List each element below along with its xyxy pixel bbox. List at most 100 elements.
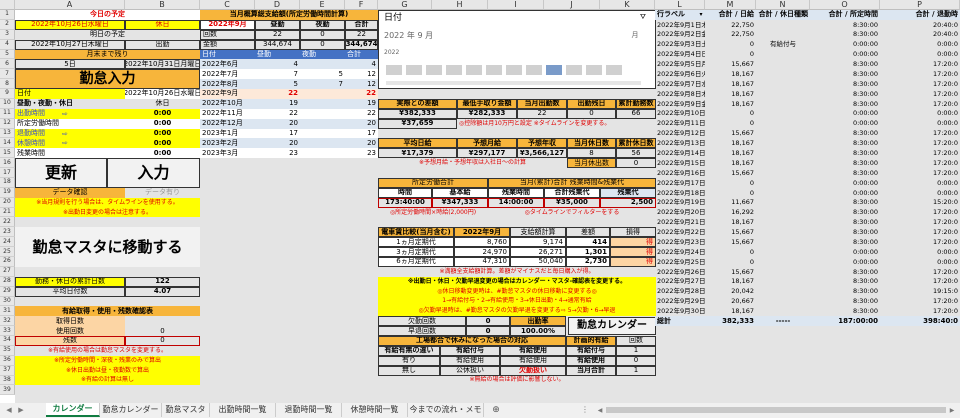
row-header-19[interactable]: 19 — [0, 187, 15, 198]
row-header-3[interactable]: 3 — [0, 29, 15, 40]
time-value-2[interactable]: 0:00 — [125, 128, 200, 139]
column-header-N[interactable]: N — [756, 0, 810, 10]
kintai-calendar-button[interactable]: 勤怠カレンダー — [568, 317, 656, 336]
column-header-O[interactable]: O — [810, 0, 880, 10]
row-header-6[interactable]: 6 — [0, 59, 15, 70]
row-header-36[interactable]: 36 — [0, 355, 15, 366]
add-sheet-button[interactable]: ⊕ — [490, 404, 502, 416]
row-header-1[interactable]: 1 — [0, 10, 15, 20]
move-master-button[interactable]: 勤怠マスタに移動する — [15, 227, 200, 267]
column-header-L[interactable]: L — [655, 0, 705, 10]
row-header-24[interactable]: 24 — [0, 237, 15, 248]
sheet-nav-next[interactable]: ▶ — [16, 405, 26, 416]
column-header-M[interactable]: M — [705, 0, 756, 10]
slicer-level[interactable]: 月 — [620, 30, 650, 42]
column-header-J[interactable]: J — [544, 0, 600, 10]
pivot-filter-icon[interactable]: ▾ — [697, 11, 705, 19]
sheet-nav-prev[interactable]: ◀ — [4, 405, 14, 416]
horizontal-scroll-left[interactable]: ◀ — [596, 405, 604, 416]
row-header-11[interactable]: 11 — [0, 108, 15, 119]
column-header-E[interactable]: E — [300, 0, 345, 10]
timeline-month-12[interactable] — [606, 65, 622, 76]
tab-6[interactable]: 今までの流れ・メモ — [408, 403, 484, 417]
wage-tbl-header-3[interactable]: 合計 — [345, 49, 378, 60]
row-header-7[interactable]: 7 — [0, 69, 15, 80]
column-header-C[interactable]: C — [200, 0, 255, 10]
row-header-26[interactable]: 26 — [0, 257, 15, 267]
row-header-9[interactable]: 9 — [0, 89, 15, 99]
tab-2[interactable]: 勤怠マスタ — [162, 403, 210, 417]
cell-link-icon[interactable]: ⇨ — [62, 139, 68, 147]
row-header-33[interactable]: 33 — [0, 326, 15, 337]
row-header-22[interactable]: 22 — [0, 217, 15, 228]
row-header-30[interactable]: 30 — [0, 296, 15, 307]
cell-link-icon[interactable]: ⇨ — [62, 110, 68, 118]
timeline-scrollbar[interactable] — [386, 81, 641, 86]
cell-link-icon[interactable]: ⇨ — [62, 130, 68, 138]
timeline-month-8[interactable] — [526, 65, 542, 76]
row-header-32[interactable]: 32 — [0, 316, 15, 327]
row-header-23[interactable]: 23 — [0, 227, 15, 238]
time-value-1[interactable]: 0:00 — [125, 118, 200, 129]
column-header-A[interactable]: A — [15, 0, 125, 10]
row-header-17[interactable]: 17 — [0, 168, 15, 178]
time-value-0[interactable]: 0:00 — [125, 108, 200, 119]
row-header-28[interactable]: 28 — [0, 276, 15, 287]
update-button[interactable]: 更新 — [15, 158, 107, 188]
tab-0[interactable]: カレンダー — [46, 403, 100, 417]
row-header-2[interactable]: 2 — [0, 19, 15, 30]
column-header-F[interactable]: F — [345, 0, 378, 10]
timeline-month-9[interactable] — [546, 65, 562, 76]
column-header-H[interactable]: H — [432, 0, 488, 10]
column-header-B[interactable]: B — [125, 0, 200, 10]
tab-3[interactable]: 出勤時間一覧 — [210, 403, 276, 417]
timeline-month-1[interactable] — [386, 65, 402, 76]
row-header-21[interactable]: 21 — [0, 207, 15, 218]
horizontal-scroll-right[interactable]: ▶ — [948, 405, 956, 416]
row-header-38[interactable]: 38 — [0, 375, 15, 386]
time-value-3[interactable]: 0:00 — [125, 138, 200, 149]
input-button[interactable]: 入力 — [107, 158, 200, 188]
row-header-29[interactable]: 29 — [0, 286, 15, 297]
tab-4[interactable]: 退勤時間一覧 — [276, 403, 342, 417]
timeline-month-11[interactable] — [586, 65, 602, 76]
row-header-13[interactable]: 13 — [0, 128, 15, 139]
row-header-10[interactable]: 10 — [0, 98, 15, 109]
column-header-I[interactable]: I — [488, 0, 544, 10]
wage-tbl-header-0[interactable]: 日付 — [200, 49, 255, 60]
timeline-month-10[interactable] — [566, 65, 582, 76]
row-header-37[interactable]: 37 — [0, 365, 15, 376]
row-header-31[interactable]: 31 — [0, 306, 15, 317]
row-header-15[interactable]: 15 — [0, 148, 15, 159]
corner-cell[interactable] — [0, 0, 15, 10]
slicer-filter-icon[interactable]: ⛛ — [638, 12, 648, 22]
wage-tbl-header-2[interactable]: 夜勤 — [300, 49, 345, 60]
row-header-34[interactable]: 34 — [0, 336, 15, 346]
column-header-P[interactable]: P — [880, 0, 960, 10]
column-header-G[interactable]: G — [378, 0, 432, 10]
timeline-month-2[interactable] — [406, 65, 422, 76]
timeline-month-5[interactable] — [466, 65, 482, 76]
row-header-14[interactable]: 14 — [0, 138, 15, 149]
timeline-month-4[interactable] — [446, 65, 462, 76]
row-header-5[interactable]: 5 — [0, 49, 15, 60]
timeline-month-7[interactable] — [506, 65, 522, 76]
timeline-month-3[interactable] — [426, 65, 442, 76]
row-header-39[interactable]: 39 — [0, 385, 15, 396]
tab-1[interactable]: 勤怠カレンダー — [100, 403, 162, 417]
row-header-8[interactable]: 8 — [0, 79, 15, 90]
row-header-27[interactable]: 27 — [0, 266, 15, 277]
row-header-20[interactable]: 20 — [0, 197, 15, 208]
column-header-K[interactable]: K — [600, 0, 655, 10]
tab-5[interactable]: 休憩時間一覧 — [342, 403, 408, 417]
wage-tbl-header-1[interactable]: 昼勤 — [255, 49, 300, 60]
column-header-D[interactable]: D — [255, 0, 300, 10]
sheet-options[interactable]: ⋮ — [580, 404, 590, 416]
timeline-month-6[interactable] — [486, 65, 502, 76]
row-header-35[interactable]: 35 — [0, 345, 15, 356]
row-header-18[interactable]: 18 — [0, 177, 15, 188]
row-header-16[interactable]: 16 — [0, 158, 15, 169]
time-value-4[interactable]: 0:00 — [125, 148, 200, 159]
row-header-4[interactable]: 4 — [0, 39, 15, 50]
row-header-12[interactable]: 12 — [0, 118, 15, 129]
